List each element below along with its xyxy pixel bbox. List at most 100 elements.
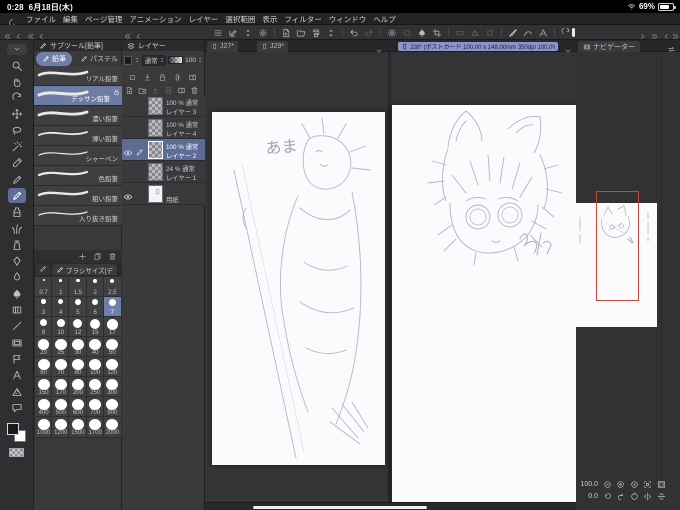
scroll-handle-icon[interactable] bbox=[209, 504, 215, 510]
document-tab-j29[interactable]: J29* bbox=[257, 41, 289, 52]
menu-item-7[interactable]: フィルター bbox=[284, 14, 321, 25]
layer-visibility-toggle[interactable] bbox=[123, 122, 134, 133]
brush-size-1[interactable]: 1 bbox=[51, 276, 71, 298]
rotate-right-button[interactable] bbox=[616, 488, 625, 506]
brush-size-150[interactable]: 150 bbox=[33, 376, 54, 398]
menu-item-5[interactable]: 選択範囲 bbox=[225, 14, 255, 25]
brush-size-2000[interactable]: 2000 bbox=[102, 416, 122, 438]
snap-curve-button[interactable] bbox=[522, 26, 534, 39]
pen-tool-button[interactable] bbox=[8, 172, 26, 187]
menu-item-0[interactable]: ファイル bbox=[26, 14, 56, 25]
brush-size-170[interactable]: 170 bbox=[51, 376, 71, 398]
brush-size-300[interactable]: 300 bbox=[102, 376, 122, 398]
blend-mode-select[interactable]: 通常 bbox=[141, 54, 166, 66]
brush-size-12[interactable]: 12 bbox=[68, 316, 88, 338]
canvas-page-left[interactable]: あま bbox=[212, 112, 385, 465]
updown-button[interactable] bbox=[325, 26, 337, 39]
hand-tool-button[interactable] bbox=[8, 74, 26, 89]
open-folder-button[interactable] bbox=[295, 26, 307, 39]
subtool-panel-header[interactable]: サブツール[鉛筆] bbox=[34, 40, 121, 51]
brush-size-5[interactable]: 5 bbox=[68, 296, 88, 318]
eyedropper-tool-button[interactable] bbox=[8, 156, 26, 171]
menu-item-2[interactable]: ページ管理 bbox=[85, 14, 122, 25]
navigator-view-rectangle[interactable] bbox=[596, 191, 639, 301]
subtool-item-6[interactable]: 粗い鉛筆 bbox=[34, 186, 122, 206]
subtool-item-2[interactable]: 濃い鉛筆 bbox=[34, 106, 122, 126]
move-tool-button[interactable] bbox=[8, 107, 26, 122]
horizontal-scrollbar[interactable] bbox=[253, 505, 427, 509]
brush-tool-button[interactable] bbox=[8, 205, 26, 220]
layer-row-0[interactable]: 100 % 通常 レイヤー 3 bbox=[122, 95, 205, 117]
menu-item-6[interactable]: 表示 bbox=[262, 14, 277, 25]
opacity-value[interactable]: 100 bbox=[185, 57, 203, 64]
subtool-item-4[interactable]: シャーペン bbox=[34, 146, 122, 166]
eraser-tool-button[interactable] bbox=[8, 254, 26, 269]
circle-button[interactable] bbox=[401, 26, 413, 39]
layer-visibility-toggle[interactable] bbox=[123, 188, 134, 200]
pencil-tool-button[interactable] bbox=[8, 188, 26, 204]
transparent-color-swatch[interactable] bbox=[9, 448, 24, 457]
brush-size-80[interactable]: 80 bbox=[68, 356, 88, 378]
layer-visibility-toggle[interactable] bbox=[123, 100, 134, 111]
wand-tool-button[interactable] bbox=[8, 140, 26, 155]
brush-size-40[interactable]: 40 bbox=[85, 336, 105, 358]
lasso-tool-button[interactable] bbox=[8, 123, 26, 138]
new-file-button[interactable] bbox=[280, 26, 292, 39]
brush-size-6[interactable]: 6 bbox=[85, 296, 105, 318]
brush-size-25[interactable]: 25 bbox=[51, 336, 71, 358]
brush-size-1500[interactable]: 1500 bbox=[68, 416, 88, 438]
flip-h-button[interactable] bbox=[643, 488, 652, 506]
navigator-rotation-value[interactable]: 0.0 bbox=[578, 493, 598, 500]
brush-size-100[interactable]: 100 bbox=[85, 356, 105, 378]
brush-size-800[interactable]: 800 bbox=[102, 396, 122, 418]
brush-size-250[interactable]: 250 bbox=[85, 376, 105, 398]
brush-size-1700[interactable]: 1700 bbox=[85, 416, 105, 438]
blend-tool-button[interactable] bbox=[8, 270, 26, 285]
brush-size-active-tab[interactable]: ブラシサイズ[デ bbox=[52, 264, 117, 275]
brush-size-1200[interactable]: 1200 bbox=[51, 416, 71, 438]
snap-angle-button[interactable] bbox=[537, 26, 549, 39]
brush-size-17[interactable]: 17 bbox=[102, 316, 122, 338]
navigator-tab[interactable]: ナビゲーター bbox=[578, 41, 640, 52]
brush-size-60[interactable]: 60 bbox=[33, 356, 54, 378]
figure-tool-button[interactable] bbox=[8, 319, 26, 334]
brush-size-3[interactable]: 3 bbox=[33, 296, 54, 318]
airbrush-tool-button[interactable] bbox=[8, 237, 26, 252]
ruler-tool-button[interactable] bbox=[8, 384, 26, 399]
fill-tool-button[interactable] bbox=[8, 286, 26, 301]
text-tool-button[interactable] bbox=[8, 368, 26, 383]
brush-size-1000[interactable]: 1000 bbox=[33, 416, 54, 438]
foreground-color-swatch[interactable] bbox=[7, 423, 19, 435]
layer-color-swatch[interactable] bbox=[124, 55, 132, 65]
layer-row-1[interactable]: 100 % 通常 レイヤー 4 bbox=[122, 117, 205, 139]
brush-size-2[interactable]: 2 bbox=[85, 276, 105, 298]
shape-rect-button[interactable] bbox=[454, 26, 466, 39]
layer-panel-header[interactable]: レイヤー bbox=[122, 40, 204, 51]
frame-tool-button[interactable] bbox=[8, 335, 26, 350]
snap-ruler-button[interactable] bbox=[507, 26, 519, 39]
brush-size-4[interactable]: 4 bbox=[51, 296, 71, 318]
subtool-item-1[interactable]: デッサン鉛筆 bbox=[34, 86, 122, 106]
brush-size-200[interactable]: 200 bbox=[68, 376, 88, 398]
gear-button[interactable] bbox=[257, 26, 269, 39]
brush-size-10[interactable]: 10 bbox=[51, 316, 71, 338]
left-pane-tab-menu-icon[interactable] bbox=[375, 42, 383, 60]
menu-item-8[interactable]: ウィンドウ bbox=[329, 14, 367, 25]
opacity-slider[interactable] bbox=[167, 56, 184, 64]
menu-item-4[interactable]: レイヤー bbox=[189, 14, 219, 25]
brush-size-500[interactable]: 500 bbox=[51, 396, 71, 418]
undo-button[interactable] bbox=[348, 26, 360, 39]
menu-item-1[interactable]: 編集 bbox=[63, 14, 78, 25]
subtool-item-5[interactable]: 色鉛筆 bbox=[34, 166, 122, 186]
toolbar-scroll-indicator[interactable] bbox=[572, 28, 575, 37]
menu-item-3[interactable]: アニメーション bbox=[129, 14, 181, 25]
brush-size-30[interactable]: 30 bbox=[68, 336, 88, 358]
crop-button[interactable] bbox=[431, 26, 443, 39]
brush-size-120[interactable]: 120 bbox=[102, 356, 122, 378]
brush-size-0-7[interactable]: 0.7 bbox=[33, 276, 54, 298]
active-document-tab[interactable]: J28* (ポストカード 100.00 x 148.00mm 350dpi 10… bbox=[398, 41, 558, 51]
brush-size-700[interactable]: 700 bbox=[85, 396, 105, 418]
gear-button[interactable] bbox=[386, 26, 398, 39]
layer-row-3[interactable]: 24 % 通常 レイヤー 1 bbox=[122, 161, 205, 183]
document-tab-j27[interactable]: J27* bbox=[207, 41, 239, 52]
